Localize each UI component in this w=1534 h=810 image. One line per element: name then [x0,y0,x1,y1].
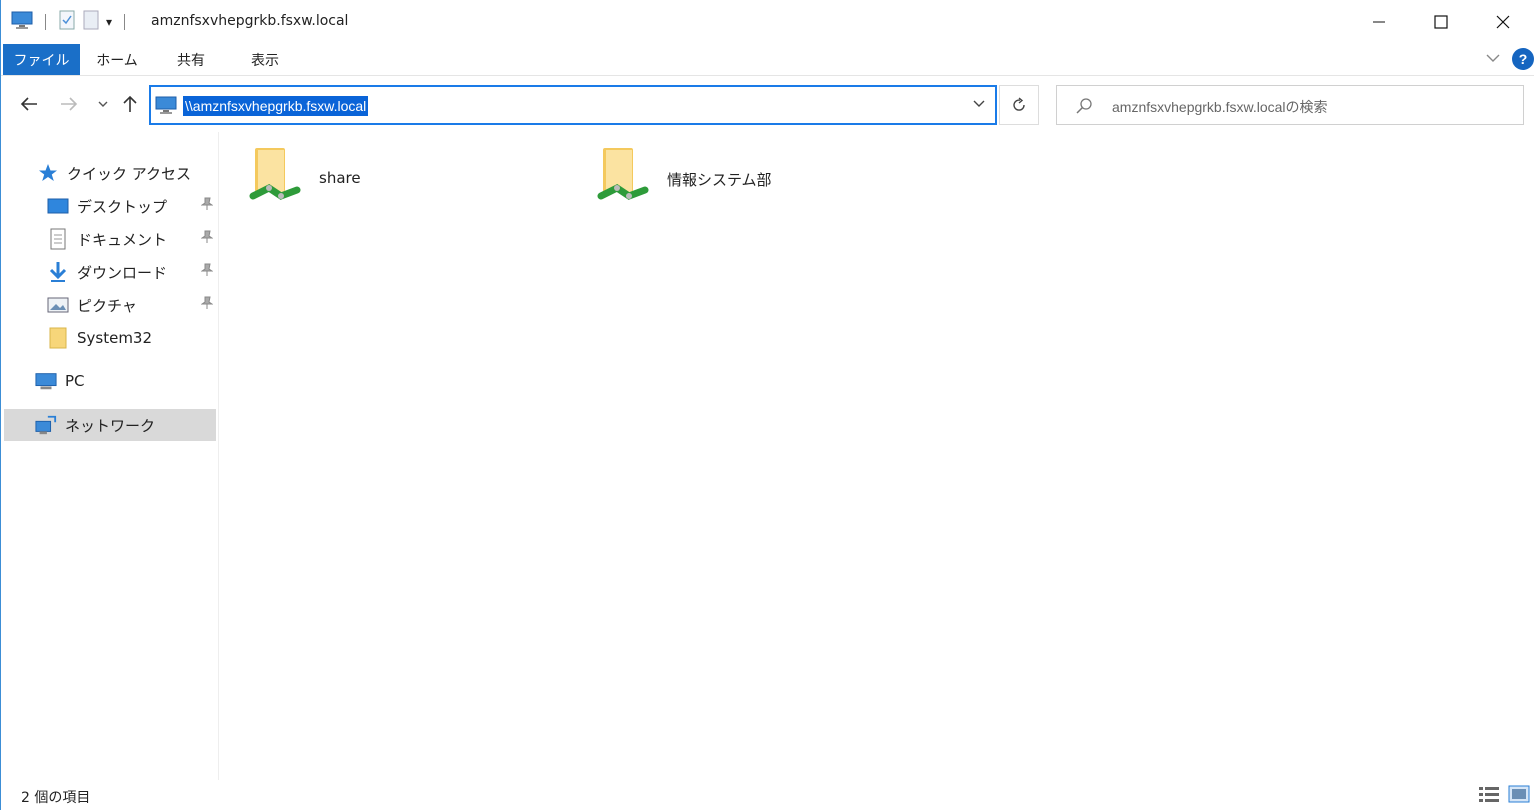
nav-item-documents[interactable]: ドキュメント [47,224,214,254]
search-icon [1075,97,1093,119]
up-button[interactable] [118,92,142,116]
network-icon [35,414,57,436]
nav-item-desktop-label: デスクトップ [77,197,168,216]
navigation-pane: クイック アクセス デスクトップ ドキュメント ダウンロード ピクチャ Syst… [1,132,219,780]
nav-item-downloads[interactable]: ダウンロード [47,257,214,287]
desktop-icon [47,195,69,217]
view-switcher [1478,785,1530,807]
forward-arrow-icon [61,97,78,111]
nav-item-documents-label: ドキュメント [77,230,168,249]
pc-icon [155,95,177,119]
star-icon [37,162,59,184]
pin-icon[interactable] [200,230,214,248]
file-name: 情報システム部 [667,171,772,189]
file-list: share 情報システム部 [221,132,1534,780]
close-button[interactable] [1472,0,1534,44]
details-view-icon[interactable] [1478,785,1500,807]
nav-item-downloads-label: ダウンロード [77,263,168,282]
explorer-window: ▾ amznfsxvhepgrkb.fsxw.local ファイル ホーム 共有… [0,0,1534,810]
search-box[interactable]: amznfsxvhepgrkb.fsxw.localの検索 [1056,85,1524,125]
nav-item-system32[interactable]: System32 [47,323,152,353]
search-placeholder: amznfsxvhepgrkb.fsxw.localの検索 [1112,99,1328,115]
pictures-icon [47,294,69,316]
large-icons-view-icon[interactable] [1508,785,1530,807]
tab-file[interactable]: ファイル [3,44,80,75]
nav-quick-access[interactable]: クイック アクセス [37,158,191,188]
tab-home[interactable]: ホーム [86,44,148,75]
item-count: 2 個の項目 [21,790,91,806]
refresh-icon [1013,97,1025,111]
pin-icon[interactable] [200,296,214,314]
list-item[interactable]: share [247,144,547,224]
address-dropdown-icon[interactable] [973,96,985,112]
ribbon-right-controls: ? [1486,48,1534,70]
nav-item-system32-label: System32 [77,329,153,347]
maximize-button[interactable] [1410,0,1472,44]
shared-folder-icon [595,144,655,214]
pc-icon [35,370,57,392]
qat-separator [45,14,46,30]
nav-quick-access-label: クイック アクセス [67,164,192,183]
recent-locations-button[interactable] [91,92,115,116]
pc-icon[interactable] [11,10,33,34]
nav-item-network-label: ネットワーク [65,416,156,435]
list-item[interactable]: 情報システム部 [595,144,895,224]
address-row: \\amznfsxvhepgrkb.fsxw.local amznfsxvhep… [1,78,1534,132]
address-bar[interactable]: \\amznfsxvhepgrkb.fsxw.local [149,85,997,125]
maximize-icon [1434,15,1448,29]
pin-icon[interactable] [200,263,214,281]
pin-icon[interactable] [200,197,214,215]
qat-dropdown-icon[interactable]: ▾ [106,15,112,29]
documents-icon [47,228,69,250]
refresh-button[interactable] [999,85,1039,125]
properties-icon[interactable] [58,10,76,34]
nav-item-pc-label: PC [65,372,85,390]
address-path[interactable]: \\amznfsxvhepgrkb.fsxw.local [183,96,369,116]
expand-ribbon-icon[interactable] [1486,51,1500,67]
up-arrow-icon [123,95,137,112]
nav-item-pictures[interactable]: ピクチャ [47,290,214,320]
quick-access-toolbar: ▾ [11,9,131,35]
minimize-icon [1373,21,1385,23]
file-name: share [319,169,361,187]
nav-item-desktop[interactable]: デスクトップ [47,191,214,221]
download-icon [47,261,69,283]
nav-item-pictures-label: ピクチャ [77,296,137,315]
window-title: amznfsxvhepgrkb.fsxw.local [151,13,349,29]
ribbon-tabs: ファイル ホーム 共有 表示 ? [1,44,1534,76]
qat-separator-2 [124,14,126,30]
minimize-button[interactable] [1348,0,1410,44]
back-arrow-icon [20,97,37,111]
folder-icon [47,327,69,349]
shared-folder-icon [247,144,307,214]
tab-share[interactable]: 共有 [159,44,223,75]
new-folder-icon[interactable] [82,10,100,34]
nav-item-pc[interactable]: PC [35,366,85,396]
chevron-down-icon [98,101,108,107]
nav-item-network[interactable]: ネットワーク [35,410,155,440]
help-icon[interactable]: ? [1512,48,1534,70]
title-bar: ▾ amznfsxvhepgrkb.fsxw.local [1,0,1534,44]
back-button[interactable] [17,92,41,116]
forward-button[interactable] [57,92,81,116]
tab-view[interactable]: 表示 [233,44,297,75]
close-icon [1496,15,1510,29]
window-controls [1348,0,1534,44]
status-bar: 2 個の項目 [1,780,1534,810]
